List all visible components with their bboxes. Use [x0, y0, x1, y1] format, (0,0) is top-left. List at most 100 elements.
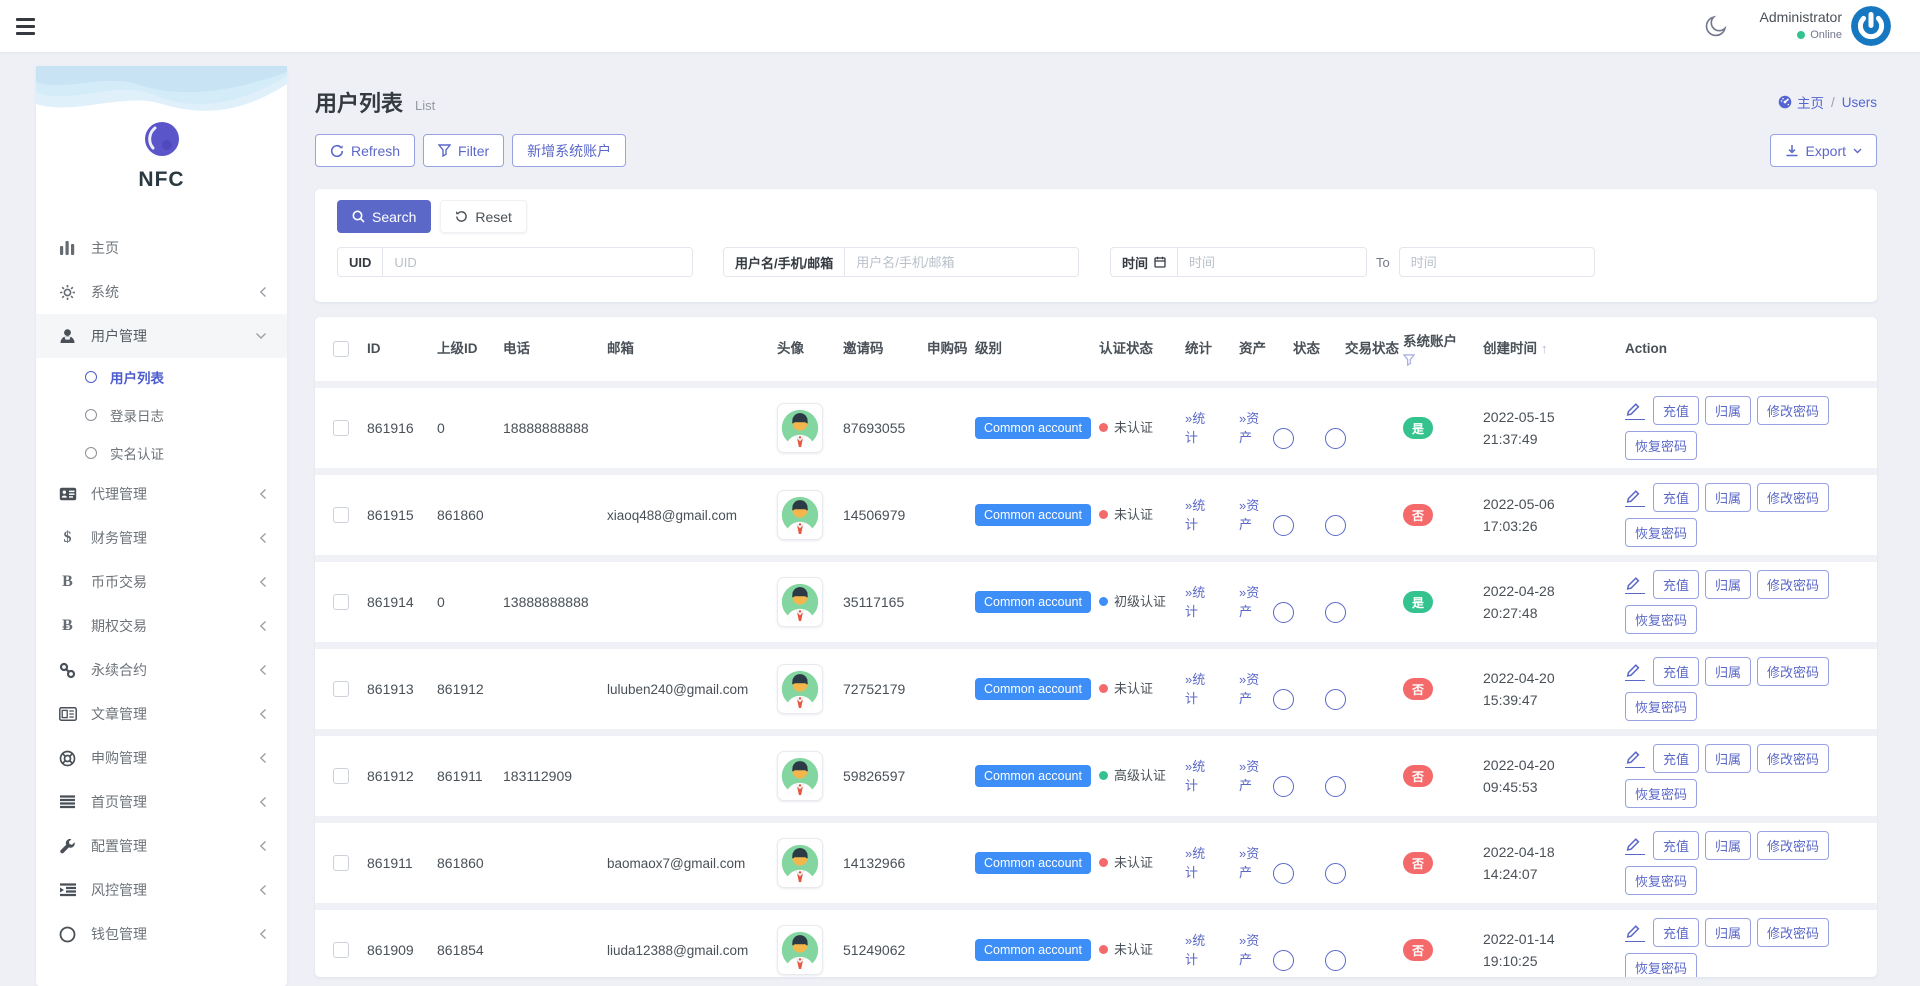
assets-link[interactable]: »资产 — [1239, 844, 1269, 883]
sidebar-item-config-management[interactable]: 配置管理 — [36, 824, 287, 868]
breadcrumb-home[interactable]: 主页 — [1778, 92, 1824, 112]
person-avatar-icon — [780, 843, 820, 883]
filter-button[interactable]: Filter — [423, 134, 504, 167]
action-button[interactable]: 修改密码 — [1757, 918, 1829, 947]
stats-link[interactable]: »统计 — [1185, 757, 1215, 796]
reset-button[interactable]: Reset — [440, 200, 527, 233]
edit-pencil-icon[interactable] — [1625, 663, 1645, 681]
assets-link[interactable]: »资产 — [1239, 670, 1269, 709]
row-checkbox[interactable] — [333, 942, 349, 958]
page-subtitle: List — [415, 98, 435, 113]
sidebar-item-agent-management[interactable]: 代理管理 — [36, 472, 287, 516]
stats-link[interactable]: »统计 — [1185, 583, 1215, 622]
action-button[interactable]: 恢复密码 — [1625, 518, 1697, 547]
action-button[interactable]: 归属 — [1705, 396, 1751, 425]
stats-link[interactable]: »统计 — [1185, 931, 1215, 970]
sidebar-item-system[interactable]: 系统 — [36, 270, 287, 314]
user-info[interactable]: Administrator Online — [1742, 7, 1842, 43]
action-button[interactable]: 归属 — [1705, 657, 1751, 686]
sidebar-item-options-trading[interactable]: Ƀ 期权交易 — [36, 604, 287, 648]
action-button[interactable]: 充值 — [1653, 831, 1699, 860]
stats-link[interactable]: »统计 — [1185, 670, 1215, 709]
export-button[interactable]: Export — [1770, 134, 1877, 167]
uid-input[interactable] — [383, 248, 692, 276]
sidebar-item-perpetual-contracts[interactable]: 永续合约 — [36, 648, 287, 692]
hamburger-menu-icon[interactable] — [16, 14, 38, 38]
action-button[interactable]: 恢复密码 — [1625, 431, 1697, 460]
action-button[interactable]: 恢复密码 — [1625, 866, 1697, 895]
action-button[interactable]: 修改密码 — [1757, 396, 1829, 425]
sidebar-item-article-management[interactable]: 文章管理 — [36, 692, 287, 736]
sidebar-subitem-kyc[interactable]: 实名认证 — [36, 434, 287, 472]
edit-pencil-icon[interactable] — [1625, 750, 1645, 768]
action-button[interactable]: 修改密码 — [1757, 831, 1829, 860]
edit-pencil-icon[interactable] — [1625, 489, 1645, 507]
username-phone-email-input[interactable] — [845, 248, 1078, 276]
assets-link[interactable]: »资产 — [1239, 757, 1269, 796]
action-button[interactable]: 归属 — [1705, 570, 1751, 599]
cell-phone: 13888888888 — [503, 594, 607, 610]
row-checkbox[interactable] — [333, 681, 349, 697]
col-header-auth-status: 认证状态 — [1099, 339, 1185, 359]
sidebar-item-user-management[interactable]: 用户管理 — [36, 314, 287, 358]
table-row: 861913 861912 luluben240@gmail.com 72752… — [315, 642, 1877, 729]
auth-status-dot — [1099, 597, 1108, 606]
action-button[interactable]: 归属 — [1705, 831, 1751, 860]
action-button[interactable]: 修改密码 — [1757, 657, 1829, 686]
stats-link[interactable]: »统计 — [1185, 496, 1215, 535]
action-button[interactable]: 充值 — [1653, 570, 1699, 599]
sidebar-item-spot-trading[interactable]: B 币币交易 — [36, 560, 287, 604]
action-button[interactable]: 充值 — [1653, 744, 1699, 773]
stats-link[interactable]: »统计 — [1185, 409, 1215, 448]
row-checkbox[interactable] — [333, 594, 349, 610]
assets-link[interactable]: »资产 — [1239, 583, 1269, 622]
sidebar-subitem-user-list[interactable]: 用户列表 — [36, 358, 287, 396]
row-checkbox[interactable] — [333, 768, 349, 784]
row-checkbox[interactable] — [333, 420, 349, 436]
breadcrumb-current[interactable]: Users — [1842, 95, 1877, 110]
action-button[interactable]: 修改密码 — [1757, 483, 1829, 512]
dashboard-icon — [1778, 95, 1792, 109]
sidebar-subitem-login-log[interactable]: 登录日志 — [36, 396, 287, 434]
assets-link[interactable]: »资产 — [1239, 931, 1269, 970]
sidebar-item-wallet-management[interactable]: 钱包管理 — [36, 912, 287, 956]
sidebar-item-risk-management[interactable]: 风控管理 — [36, 868, 287, 912]
action-button[interactable]: 归属 — [1705, 918, 1751, 947]
search-button[interactable]: Search — [337, 200, 431, 233]
edit-pencil-icon[interactable] — [1625, 576, 1645, 594]
col-header-created[interactable]: 创建时间↑ — [1483, 339, 1625, 359]
action-button[interactable]: 充值 — [1653, 918, 1699, 947]
select-all-checkbox[interactable] — [333, 341, 349, 357]
sidebar-item-homepage-management[interactable]: 首页管理 — [36, 780, 287, 824]
action-button[interactable]: 恢复密码 — [1625, 692, 1697, 721]
action-button[interactable]: 归属 — [1705, 483, 1751, 512]
col-header-stats: 统计 — [1185, 339, 1239, 359]
sidebar-item-subscription-management[interactable]: 申购管理 — [36, 736, 287, 780]
row-checkbox[interactable] — [333, 855, 349, 871]
row-checkbox[interactable] — [333, 507, 349, 523]
assets-link[interactable]: »资产 — [1239, 409, 1269, 448]
dark-mode-moon-icon[interactable] — [1703, 13, 1729, 39]
action-button[interactable]: 恢复密码 — [1625, 779, 1697, 808]
action-button[interactable]: 充值 — [1653, 657, 1699, 686]
action-button[interactable]: 恢复密码 — [1625, 605, 1697, 634]
sidebar-item-finance-management[interactable]: $ 财务管理 — [36, 516, 287, 560]
edit-pencil-icon[interactable] — [1625, 837, 1645, 855]
sidebar-item-home[interactable]: 主页 — [36, 226, 287, 270]
refresh-button[interactable]: Refresh — [315, 134, 415, 167]
edit-pencil-icon[interactable] — [1625, 924, 1645, 942]
edit-pencil-icon[interactable] — [1625, 402, 1645, 420]
action-button[interactable]: 归属 — [1705, 744, 1751, 773]
user-avatar[interactable] — [1851, 6, 1891, 46]
assets-link[interactable]: »资产 — [1239, 496, 1269, 535]
action-button[interactable]: 充值 — [1653, 483, 1699, 512]
add-system-account-button[interactable]: 新增系统账户 — [512, 134, 626, 167]
action-button[interactable]: 恢复密码 — [1625, 953, 1697, 977]
time-end-input[interactable] — [1399, 247, 1595, 277]
time-start-input[interactable] — [1178, 248, 1367, 276]
action-button[interactable]: 充值 — [1653, 396, 1699, 425]
stats-link[interactable]: »统计 — [1185, 844, 1215, 883]
action-button[interactable]: 修改密码 — [1757, 744, 1829, 773]
action-button[interactable]: 修改密码 — [1757, 570, 1829, 599]
column-filter-icon[interactable] — [1403, 354, 1415, 366]
